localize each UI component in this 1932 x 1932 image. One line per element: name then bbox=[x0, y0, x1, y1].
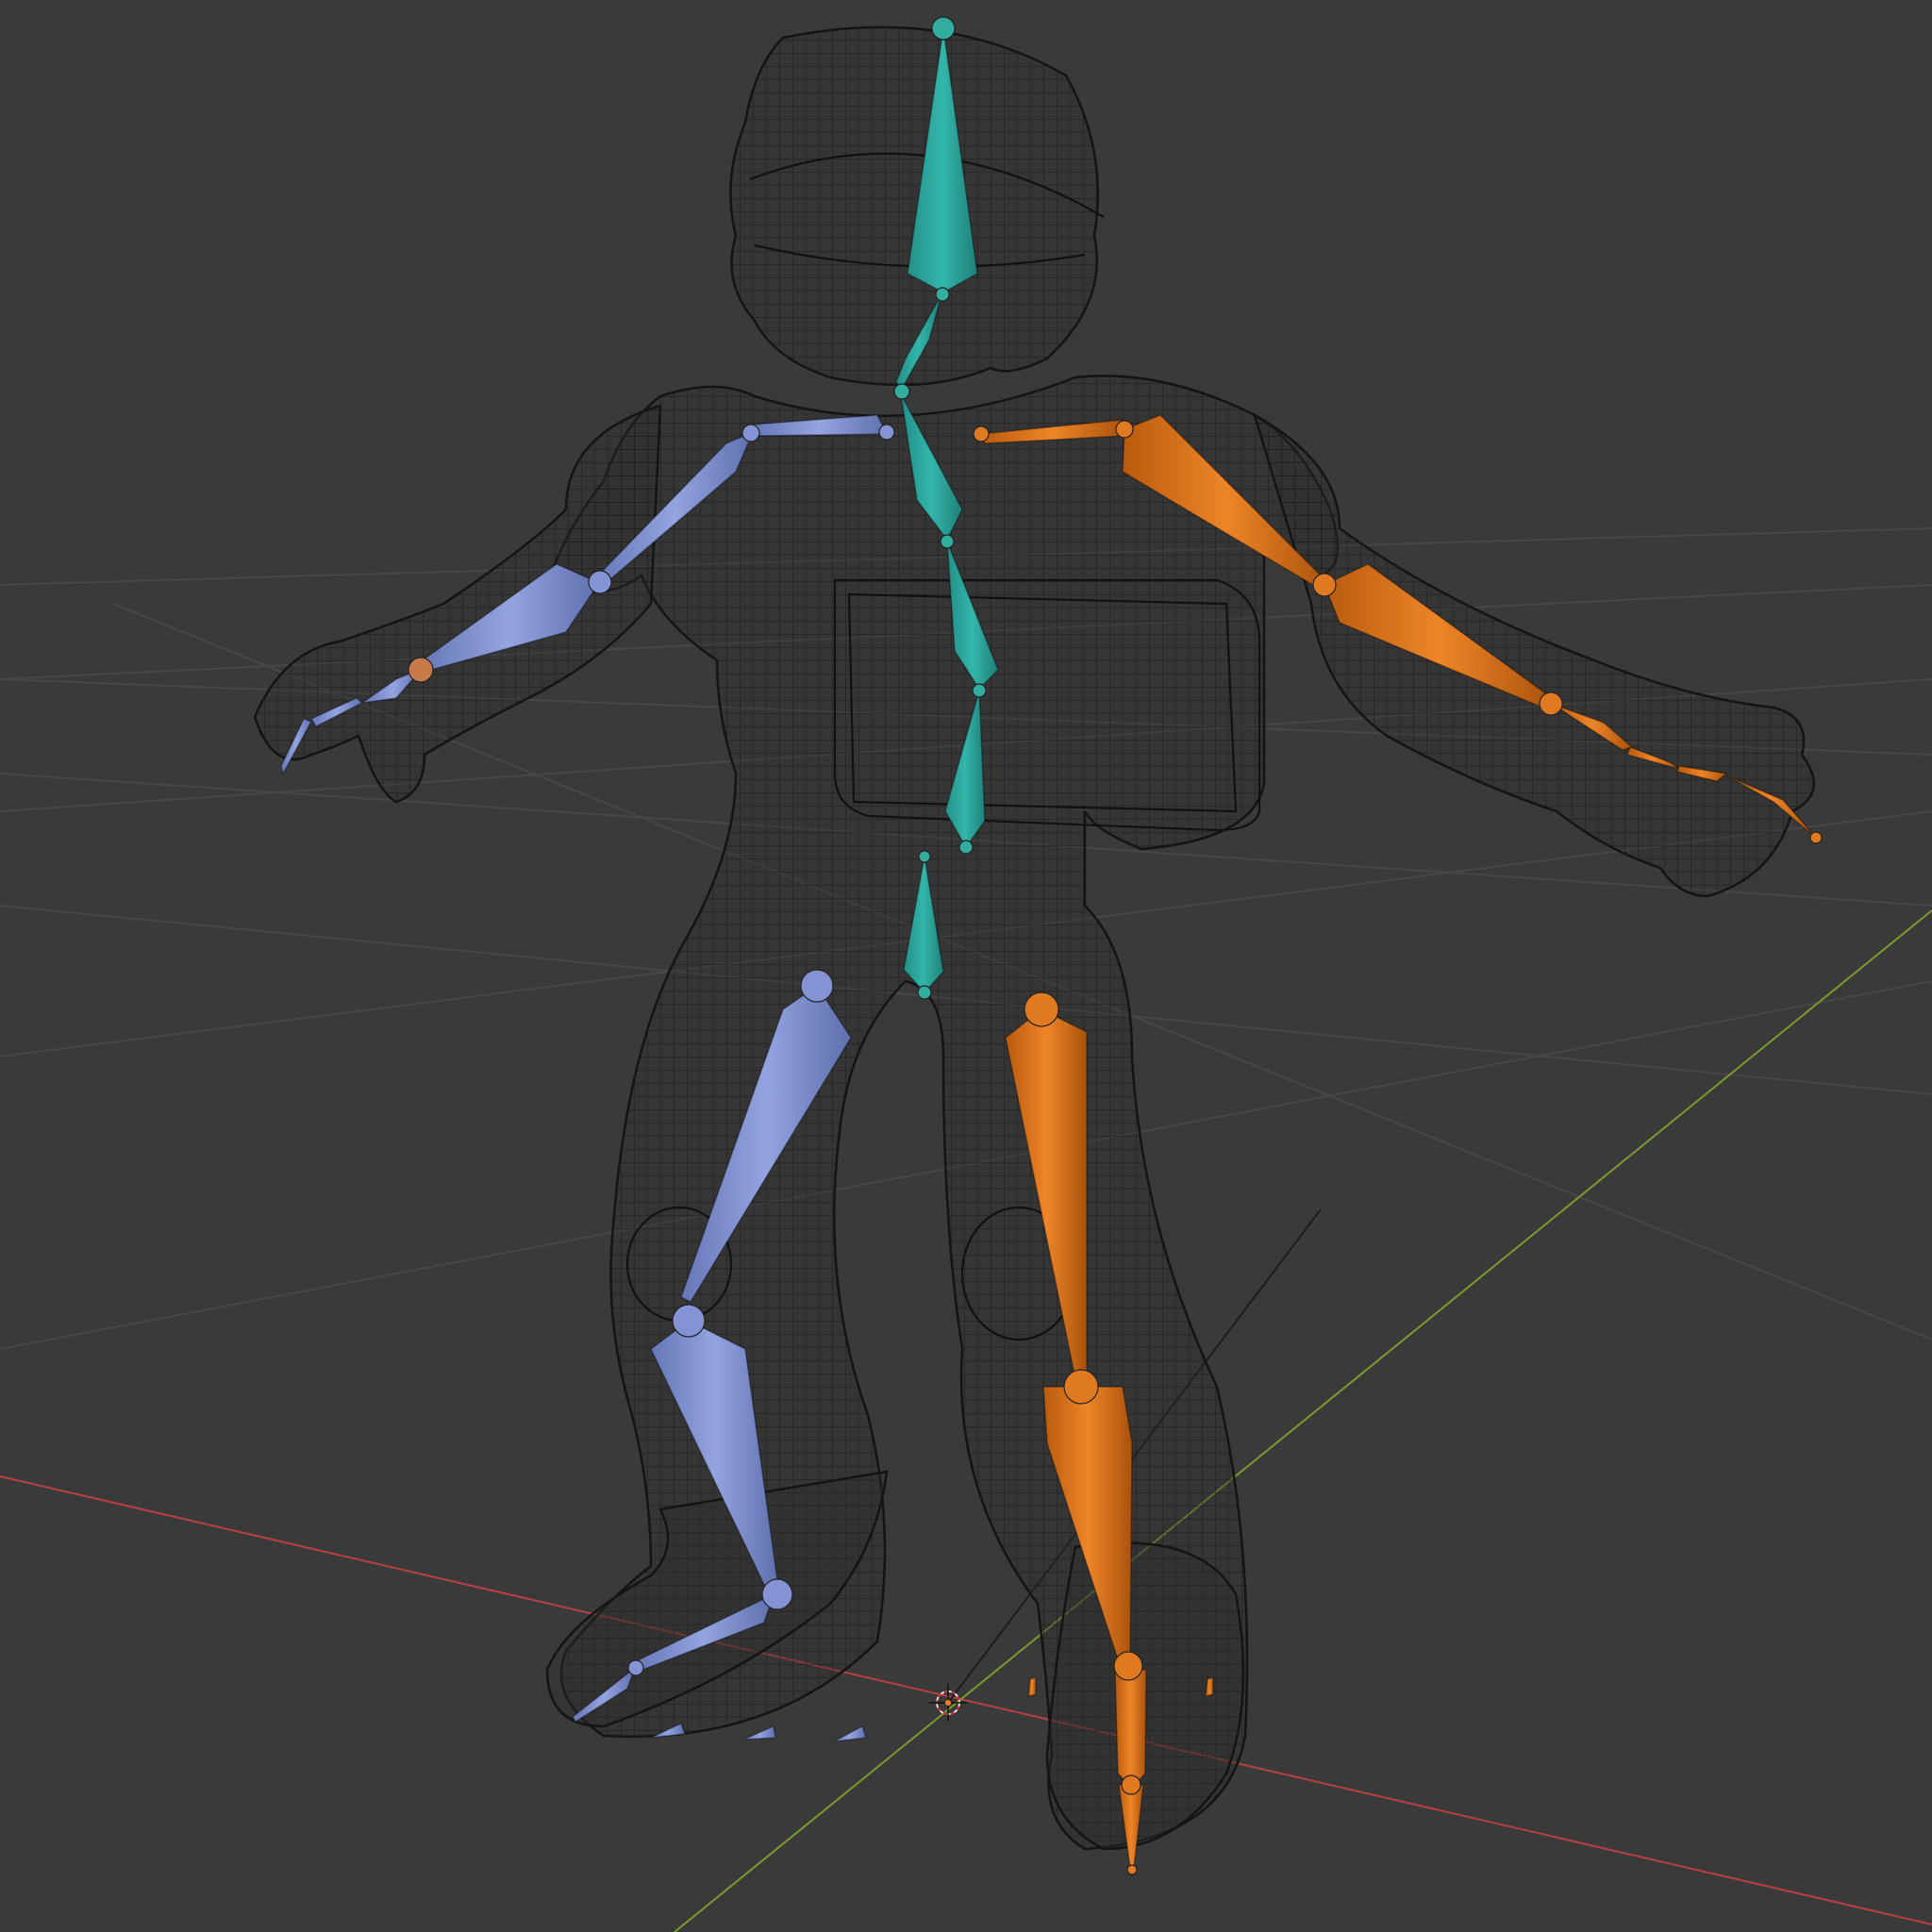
joint-spine[interactable] bbox=[940, 534, 955, 549]
joint-shoulder-l[interactable] bbox=[741, 424, 760, 442]
joint-wrist-l[interactable] bbox=[408, 657, 434, 683]
3d-cursor-icon[interactable] bbox=[929, 1684, 967, 1722]
joint-knee-l[interactable] bbox=[672, 1304, 706, 1338]
character-wireframe-mesh[interactable] bbox=[253, 25, 1816, 1851]
x-axis-line bbox=[0, 1475, 1932, 1925]
joint-neck[interactable] bbox=[935, 287, 950, 302]
joint-ball-l[interactable] bbox=[627, 1659, 644, 1676]
joint-ankle-l[interactable] bbox=[761, 1578, 793, 1610]
joint-elbow-r[interactable] bbox=[1312, 573, 1337, 597]
ik-bone-l3[interactable] bbox=[833, 1724, 868, 1742]
joint-clavicle-r-head[interactable] bbox=[973, 425, 990, 442]
joint-hip-root[interactable] bbox=[918, 850, 931, 863]
joint-toe-r-tip[interactable] bbox=[1126, 1864, 1138, 1875]
joint-elbow-l[interactable] bbox=[588, 570, 612, 594]
joint-knee-r[interactable] bbox=[1063, 1369, 1099, 1405]
3d-viewport[interactable] bbox=[0, 0, 1932, 1932]
joint-hip-l[interactable] bbox=[800, 969, 834, 1003]
ik-bone-l2[interactable] bbox=[742, 1724, 776, 1740]
joint-finger-r-tip[interactable] bbox=[1809, 831, 1823, 844]
joint-shoulder-r[interactable] bbox=[1115, 420, 1134, 439]
joint-hip-r[interactable] bbox=[1024, 991, 1059, 1027]
joint-clavicle-l-head[interactable] bbox=[878, 424, 895, 441]
joint-head-top[interactable] bbox=[931, 16, 956, 41]
joint-pelvis[interactable] bbox=[958, 840, 974, 855]
joint-chest[interactable] bbox=[893, 383, 910, 400]
ik-bone-r1[interactable] bbox=[1027, 1675, 1037, 1697]
joint-wrist-r[interactable] bbox=[1539, 691, 1563, 716]
joint-hip-tail[interactable] bbox=[917, 985, 932, 1000]
joint-ankle-r[interactable] bbox=[1113, 1651, 1143, 1681]
viewport-scene[interactable] bbox=[0, 0, 1932, 1932]
ik-bone-r2[interactable] bbox=[1205, 1675, 1214, 1697]
joint-waist[interactable] bbox=[972, 683, 987, 698]
joint-ball-r[interactable] bbox=[1121, 1774, 1141, 1795]
bone-foot-r[interactable] bbox=[1114, 1669, 1147, 1790]
